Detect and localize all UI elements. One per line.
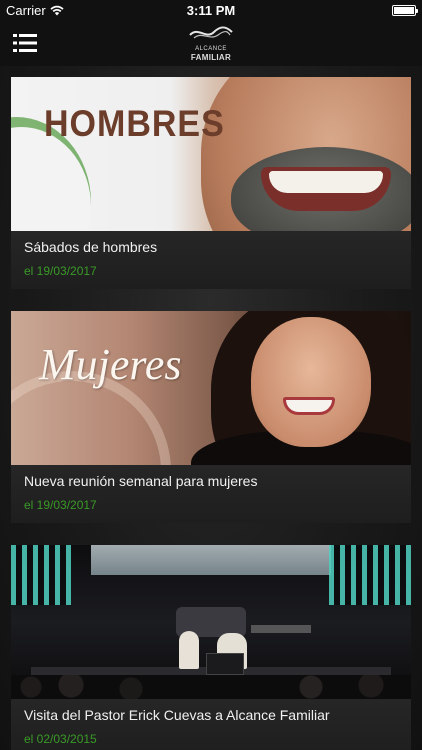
menu-button[interactable] (13, 34, 37, 52)
stage-lights-right (329, 545, 411, 605)
audience (11, 675, 411, 699)
card-date: el 19/03/2017 (24, 498, 97, 512)
logo-line1: ALCANCE (195, 46, 227, 52)
image-caption: Mujeres (39, 340, 182, 389)
feed-card[interactable]: Mujeres Nueva reunión semanal para mujer… (11, 311, 411, 523)
card-info: Visita del Pastor Erick Cuevas a Alcance… (11, 699, 411, 750)
feed-card[interactable]: HOMBRES Sábados de hombres el 19/03/2017 (11, 77, 411, 289)
navigation-bar: ALCANCE FAMILIAR (0, 22, 422, 66)
app-logo: ALCANCE FAMILIAR (181, 26, 241, 62)
stage-person (179, 631, 199, 669)
battery-fill (394, 7, 414, 14)
smile-illustration (283, 397, 335, 415)
news-feed: HOMBRES Sábados de hombres el 19/03/2017… (0, 66, 422, 750)
logo-swoosh-icon (189, 26, 233, 39)
smile-illustration (269, 171, 383, 193)
card-image-stage (11, 545, 411, 699)
card-image-hombres: HOMBRES (11, 77, 411, 231)
battery-icon (392, 5, 418, 16)
card-title: Visita del Pastor Erick Cuevas a Alcance… (24, 707, 330, 723)
keyboard-instrument (251, 625, 311, 633)
logo-line2: FAMILIAR (190, 53, 232, 62)
card-date: el 19/03/2017 (24, 264, 97, 278)
card-info: Nueva reunión semanal para mujeres el 19… (11, 465, 411, 523)
card-title: Sábados de hombres (24, 239, 158, 255)
status-bar: Carrier 3:11 PM (0, 0, 422, 22)
hamburger-menu-icon (13, 34, 37, 52)
stage-lights-left (11, 545, 71, 605)
stage-screen (91, 545, 331, 575)
pulpit (206, 653, 244, 675)
face-illustration (251, 317, 371, 447)
app-screen: Carrier 3:11 PM ALCANCE FAMILIAR HOMBRES… (0, 0, 422, 750)
feed-card[interactable]: Visita del Pastor Erick Cuevas a Alcance… (11, 545, 411, 750)
card-title: Nueva reunión semanal para mujeres (24, 473, 258, 489)
image-caption: HOMBRES (44, 103, 225, 145)
card-date: el 02/03/2015 (24, 732, 97, 746)
card-info: Sábados de hombres el 19/03/2017 (11, 231, 411, 289)
status-time: 3:11 PM (186, 3, 236, 18)
card-image-mujeres: Mujeres (11, 311, 411, 465)
